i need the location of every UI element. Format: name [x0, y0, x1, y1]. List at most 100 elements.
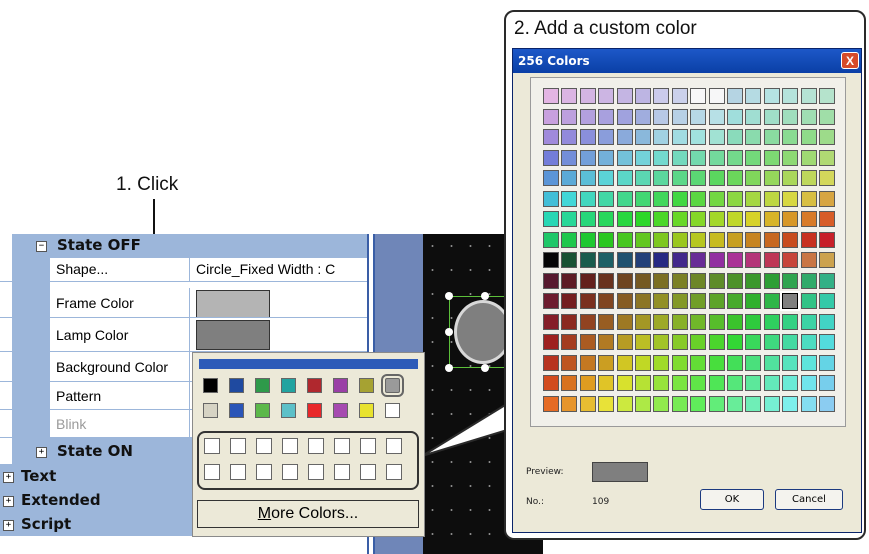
- palette-cell[interactable]: [745, 149, 762, 166]
- palette-cell[interactable]: [635, 354, 651, 371]
- color-swatch[interactable]: [359, 403, 374, 418]
- palette-cell[interactable]: [819, 334, 835, 350]
- palette-cell[interactable]: [635, 252, 651, 268]
- color-swatch[interactable]: [203, 403, 218, 418]
- palette-cell[interactable]: [598, 272, 615, 289]
- palette-cell[interactable]: [745, 395, 762, 412]
- palette-cell[interactable]: [616, 272, 633, 289]
- palette-cell[interactable]: [635, 211, 651, 227]
- palette-cell[interactable]: [579, 293, 596, 309]
- palette-cell[interactable]: [800, 190, 817, 207]
- palette-cell[interactable]: [598, 88, 615, 104]
- palette-cell[interactable]: [579, 231, 596, 248]
- palette-cell[interactable]: [780, 291, 801, 311]
- palette-cell[interactable]: [763, 231, 780, 248]
- palette-cell[interactable]: [561, 313, 578, 330]
- palette-cell[interactable]: [819, 88, 835, 104]
- palette-cell[interactable]: [782, 395, 799, 412]
- palette-cell[interactable]: [579, 395, 596, 412]
- expand-icon[interactable]: +: [36, 447, 47, 458]
- palette-cell[interactable]: [708, 190, 725, 207]
- palette-cell[interactable]: [671, 252, 688, 268]
- palette-cell[interactable]: [635, 108, 651, 125]
- palette-cell[interactable]: [543, 334, 559, 350]
- palette-cell[interactable]: [819, 190, 835, 207]
- palette-cell[interactable]: [543, 190, 559, 207]
- palette-cell[interactable]: [708, 211, 725, 227]
- palette-cell[interactable]: [800, 395, 817, 412]
- palette-cell[interactable]: [763, 129, 780, 145]
- color-swatch[interactable]: [333, 378, 348, 393]
- palette-cell[interactable]: [616, 293, 633, 309]
- custom-color-slot[interactable]: [256, 464, 272, 480]
- palette-cell[interactable]: [653, 354, 670, 371]
- palette-cell[interactable]: [763, 293, 780, 309]
- palette-cell[interactable]: [671, 395, 688, 412]
- palette-cell[interactable]: [708, 375, 725, 391]
- palette-cell[interactable]: [727, 88, 743, 104]
- expand-icon[interactable]: +: [3, 472, 14, 483]
- palette-cell[interactable]: [745, 354, 762, 371]
- palette-cell[interactable]: [727, 170, 743, 186]
- color-dialog[interactable]: 256 Colors X Preview: No.: 109 OK Cancel: [512, 48, 862, 533]
- palette-cell[interactable]: [561, 190, 578, 207]
- palette-cell[interactable]: [653, 231, 670, 248]
- palette-cell[interactable]: [782, 108, 799, 125]
- color-swatch[interactable]: [203, 378, 218, 393]
- palette-cell[interactable]: [690, 293, 707, 309]
- palette-cell[interactable]: [543, 395, 559, 412]
- property-row-lamp-color[interactable]: Lamp Color: [0, 318, 367, 352]
- palette-cell[interactable]: [653, 375, 670, 391]
- palette-cell[interactable]: [579, 129, 596, 145]
- palette-cell[interactable]: [745, 88, 762, 104]
- palette-cell[interactable]: [635, 190, 651, 207]
- expand-icon[interactable]: +: [3, 520, 14, 531]
- palette-cell[interactable]: [616, 149, 633, 166]
- palette-cell[interactable]: [616, 129, 633, 145]
- palette-cell[interactable]: [671, 88, 688, 104]
- palette-cell[interactable]: [561, 170, 578, 186]
- palette-cell[interactable]: [543, 88, 559, 104]
- palette-cell[interactable]: [782, 354, 799, 371]
- palette-cell[interactable]: [653, 149, 670, 166]
- palette-cell[interactable]: [800, 149, 817, 166]
- palette-cell[interactable]: [579, 88, 596, 104]
- custom-color-slot[interactable]: [204, 438, 220, 454]
- custom-color-slot[interactable]: [334, 438, 350, 454]
- palette-cell[interactable]: [598, 108, 615, 125]
- palette-cell[interactable]: [727, 272, 743, 289]
- palette-cell[interactable]: [763, 375, 780, 391]
- palette-cell[interactable]: [598, 231, 615, 248]
- palette-cell[interactable]: [635, 334, 651, 350]
- palette-cell[interactable]: [671, 211, 688, 227]
- palette-cell[interactable]: [782, 334, 799, 350]
- palette-cell[interactable]: [745, 252, 762, 268]
- palette-cell[interactable]: [616, 252, 633, 268]
- section-extended-row[interactable]: + Extended: [0, 488, 192, 512]
- palette-cell[interactable]: [579, 313, 596, 330]
- palette-cell[interactable]: [819, 108, 835, 125]
- color-swatch[interactable]: [385, 403, 400, 418]
- palette-cell[interactable]: [690, 170, 707, 186]
- palette-cell[interactable]: [727, 252, 743, 268]
- property-row-frame-color[interactable]: Frame Color: [0, 288, 367, 318]
- palette-cell[interactable]: [635, 129, 651, 145]
- custom-color-slot[interactable]: [308, 464, 324, 480]
- close-icon[interactable]: X: [841, 52, 859, 69]
- palette-cell[interactable]: [561, 395, 578, 412]
- palette-cell[interactable]: [543, 375, 559, 391]
- palette-cell[interactable]: [579, 149, 596, 166]
- palette-cell[interactable]: [671, 149, 688, 166]
- palette-cell[interactable]: [782, 211, 799, 227]
- custom-color-slot[interactable]: [230, 438, 246, 454]
- palette-cell[interactable]: [763, 108, 780, 125]
- palette-cell[interactable]: [561, 108, 578, 125]
- palette-cell[interactable]: [616, 375, 633, 391]
- palette-cell[interactable]: [671, 170, 688, 186]
- palette-cell[interactable]: [800, 108, 817, 125]
- ok-button[interactable]: OK: [700, 489, 764, 510]
- palette-cell[interactable]: [763, 313, 780, 330]
- resize-handle[interactable]: [445, 292, 453, 300]
- palette-cell[interactable]: [800, 272, 817, 289]
- custom-color-slot[interactable]: [386, 438, 402, 454]
